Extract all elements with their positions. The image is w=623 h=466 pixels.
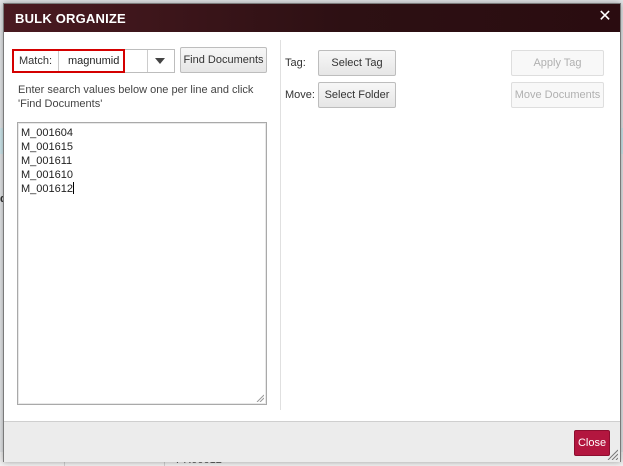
search-value-line: M_001611: [21, 155, 73, 167]
dialog-title: BULK ORGANIZE: [15, 11, 126, 26]
move-label: Move:: [285, 89, 315, 101]
tag-label: Tag:: [285, 57, 306, 69]
match-selector[interactable]: Match: magnumid: [12, 49, 125, 73]
match-separator: [58, 51, 59, 71]
close-button[interactable]: Close: [574, 430, 610, 456]
match-label: Match:: [19, 55, 53, 67]
select-tag-button[interactable]: Select Tag: [318, 50, 396, 76]
bulk-organize-dialog: BULK ORGANIZE ✕ Match: magnumid Find Doc…: [3, 3, 621, 462]
resize-grip-icon[interactable]: [256, 394, 264, 402]
chevron-down-icon[interactable]: [155, 58, 165, 64]
close-icon[interactable]: ✕: [596, 8, 614, 26]
search-value-line: M_001604: [21, 127, 73, 139]
select-folder-button[interactable]: Select Folder: [318, 82, 396, 108]
search-value-line: M_001610: [21, 169, 73, 181]
resize-grip-icon[interactable]: [606, 448, 618, 460]
dropdown-divider: [147, 50, 148, 72]
search-value-line: M_001612: [21, 183, 73, 195]
search-hint-text: Enter search values below one per line a…: [18, 84, 254, 110]
find-documents-button[interactable]: Find Documents: [180, 47, 267, 73]
search-value-line: M_001615: [21, 141, 73, 153]
dialog-titlebar: BULK ORGANIZE ✕: [4, 4, 620, 32]
dialog-footer: Close: [4, 421, 620, 462]
apply-tag-button[interactable]: Apply Tag: [511, 50, 604, 76]
search-values-textarea[interactable]: M_001604 M_001615 M_001611 M_001610 M_00…: [17, 122, 267, 405]
match-dropdown-toggle[interactable]: [125, 49, 175, 73]
column-divider: [280, 40, 281, 410]
move-documents-button[interactable]: Move Documents: [511, 82, 604, 108]
match-value[interactable]: magnumid: [68, 55, 119, 67]
text-cursor: [73, 182, 74, 194]
